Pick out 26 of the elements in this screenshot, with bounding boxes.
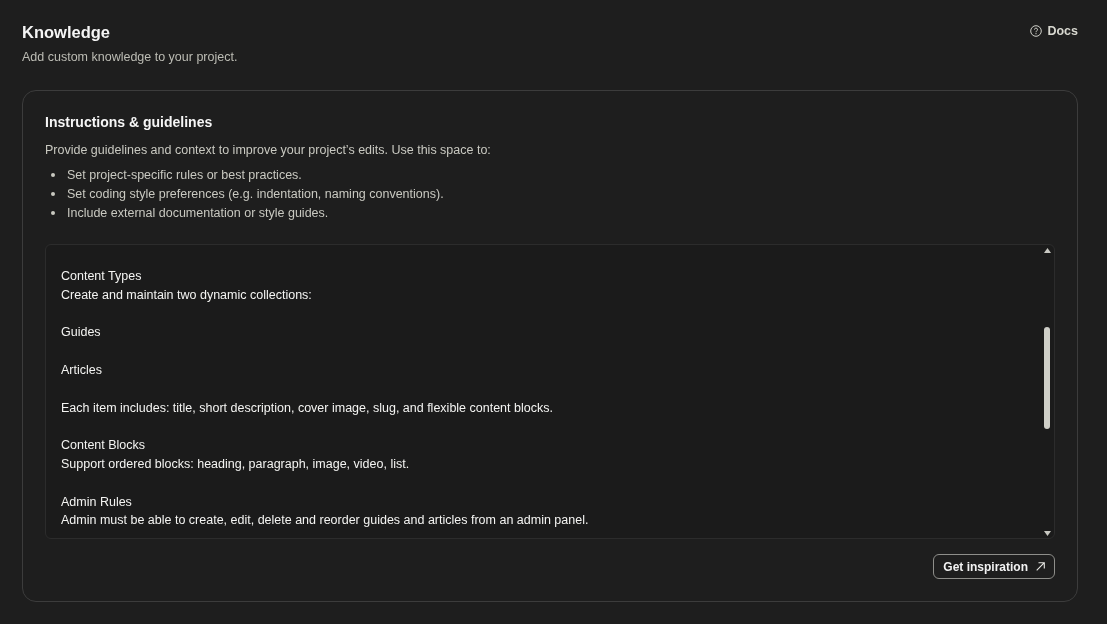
- page-title: Knowledge: [22, 22, 110, 42]
- editor-text-line: Content Blocks: [61, 437, 146, 455]
- scroll-down-icon[interactable]: [1043, 531, 1051, 536]
- section-title: Instructions & guidelines: [45, 113, 213, 131]
- page-subtitle: Add custom knowledge to your project.: [22, 49, 238, 65]
- guideline-item: Include external documentation or style guides.: [67, 204, 329, 221]
- bullet-icon: [51, 210, 55, 215]
- editor-text-line: Content Types: [61, 268, 142, 285]
- get-inspiration-button[interactable]: Get inspiration: [933, 554, 1055, 579]
- editor-text-line: Support ordered blocks: heading, paragraph, image, video, list.: [61, 455, 410, 473]
- arrow-up-right-icon: [1036, 562, 1045, 571]
- docs-link[interactable]: Docs: [1030, 23, 1078, 39]
- bullet-icon: [51, 191, 55, 196]
- scrollbar-thumb[interactable]: [1044, 327, 1050, 429]
- editor-text-line: Articles: [61, 362, 102, 379]
- editor-text-line: Guides: [61, 324, 101, 342]
- section-description: Provide guidelines and context to improve your project’s edits. Use this space to:: [45, 142, 491, 158]
- bullet-icon: [51, 172, 55, 177]
- help-icon: [1030, 25, 1043, 37]
- editor-text-line: Admin Rules: [61, 493, 132, 511]
- guideline-item: Set coding style preferences (e.g. indentation, naming conventions).: [67, 185, 444, 202]
- guideline-item: Set project-specific rules or best practices.: [67, 166, 302, 183]
- editor-text-line: Create and maintain two dynamic collections:: [61, 286, 312, 304]
- editor-text-line: Admin must be able to create, edit, delete and reorder guides and articles from an admin panel.: [61, 512, 589, 530]
- scroll-up-icon[interactable]: [1043, 248, 1051, 253]
- editor-text-line: Each item includes: title, short description, cover image, slug, and flexible content blocks.: [61, 399, 553, 417]
